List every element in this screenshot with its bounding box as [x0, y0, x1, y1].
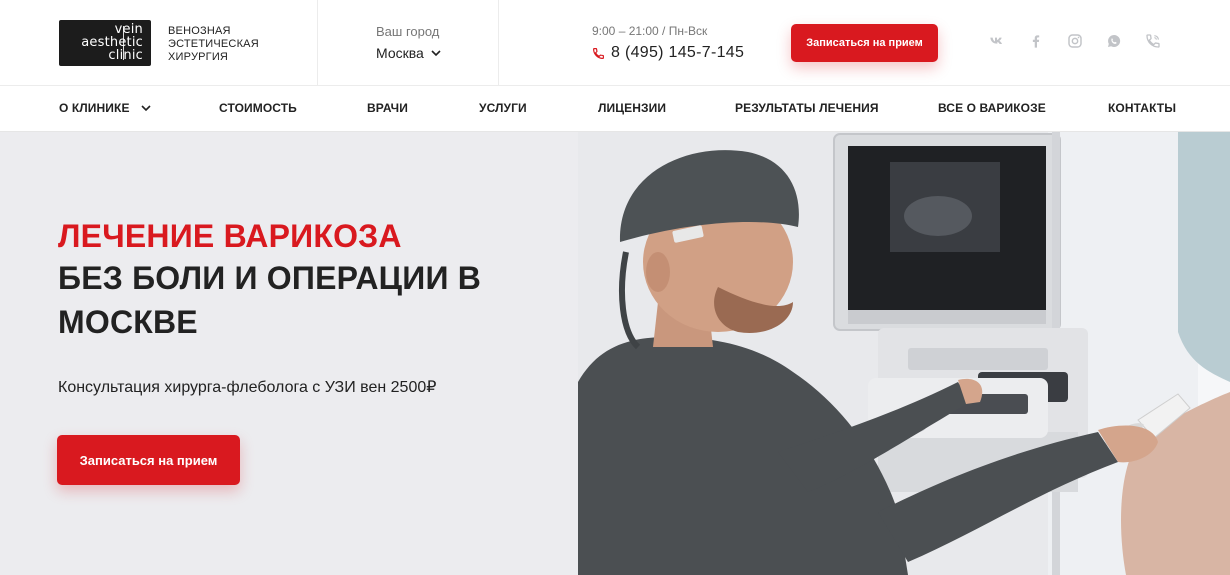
hero-book-button[interactable]: Записаться на прием — [57, 435, 240, 485]
chevron-down-icon — [431, 50, 441, 57]
phone-number: 8 (495) 145-7-145 — [611, 44, 745, 61]
whatsapp-icon[interactable] — [1105, 32, 1123, 50]
nav-item-results[interactable]: РЕЗУЛЬТАТЫ ЛЕЧЕНИЯ — [735, 101, 879, 115]
nav-item-label: ВРАЧИ — [367, 101, 408, 115]
viber-icon[interactable] — [1144, 32, 1162, 50]
logo-word-3: clinic — [108, 48, 143, 63]
nav-item-label: КОНТАКТЫ — [1108, 101, 1177, 115]
contact-block: 9:00 – 21:00 / Пн-Вск 8 (495) 145-7-145 — [592, 24, 744, 62]
city-value: Москва — [376, 45, 424, 61]
hero-title-line: БЕЗ БОЛИ И ОПЕРАЦИИ В — [58, 260, 482, 296]
hero-subtitle: Консультация хирурга-флеболога с УЗИ вен… — [58, 379, 437, 396]
nav-item-label: ВСЕ О ВАРИКОЗЕ — [938, 101, 1046, 115]
facebook-icon[interactable] — [1027, 32, 1045, 50]
nav-item-label: РЕЗУЛЬТАТЫ ЛЕЧЕНИЯ — [735, 101, 879, 115]
hero-section: ЛЕЧЕНИЕ ВАРИКОЗА БЕЗ БОЛИ И ОПЕРАЦИИ В М… — [0, 132, 1230, 575]
phone-link[interactable]: 8 (495) 145-7-145 — [592, 44, 744, 62]
nav-item-label: О КЛИНИКЕ — [59, 101, 130, 115]
social-links — [988, 32, 1162, 50]
hero-title-accent: ЛЕЧЕНИЕ ВАРИКОЗА — [58, 218, 402, 254]
nav-item-label: ЛИЦЕНЗИИ — [598, 101, 667, 115]
header-divider — [317, 0, 318, 86]
logo-tagline-line: ХИРУРГИЯ — [168, 51, 229, 63]
phone-icon — [593, 47, 604, 59]
hero-photo — [578, 132, 1230, 575]
chevron-down-icon — [140, 105, 151, 112]
nav-item-doctors[interactable]: ВРАЧИ — [367, 101, 408, 115]
nav-item-about[interactable]: О КЛИНИКЕ — [59, 101, 152, 115]
nav-item-licenses[interactable]: ЛИЦЕНЗИИ — [598, 101, 666, 115]
main-nav: О КЛИНИКЕ СТОИМОСТЬ ВРАЧИ УСЛУГИ ЛИЦЕНЗИ… — [0, 86, 1230, 132]
city-selector: Ваш город Москва — [376, 24, 442, 61]
book-appointment-button[interactable]: Записаться на прием — [791, 24, 938, 62]
working-hours: 9:00 – 21:00 / Пн-Вск — [592, 24, 708, 38]
logo-tagline-line: ВЕНОЗНАЯ — [168, 25, 231, 37]
city-dropdown[interactable]: Москва — [376, 45, 442, 61]
nav-item-label: СТОИМОСТЬ — [219, 101, 297, 115]
nav-item-contacts[interactable]: КОНТАКТЫ — [1108, 101, 1176, 115]
nav-item-varicose-info[interactable]: ВСЕ О ВАРИКОЗЕ — [938, 101, 1046, 115]
nav-item-services[interactable]: УСЛУГИ — [479, 101, 527, 115]
logo[interactable]: vein aesthetic clinic — [59, 20, 151, 66]
instagram-icon[interactable] — [1066, 32, 1084, 50]
header-divider — [498, 0, 499, 86]
hero-title-line: МОСКВЕ — [58, 304, 198, 340]
doctor-ultrasound-illustration — [578, 132, 1230, 575]
nav-item-label: УСЛУГИ — [479, 101, 527, 115]
logo-tagline-line: ЭСТЕТИЧЕСКАЯ — [168, 38, 259, 50]
city-label: Ваш город — [376, 24, 440, 39]
logo-tagline: ВЕНОЗНАЯ ЭСТЕТИЧЕСКАЯ ХИРУРГИЯ — [168, 25, 288, 64]
vk-icon[interactable] — [988, 32, 1006, 50]
nav-item-prices[interactable]: СТОИМОСТЬ — [219, 101, 297, 115]
header: vein aesthetic clinic ВЕНОЗНАЯ ЭСТЕТИЧЕС… — [0, 0, 1230, 86]
